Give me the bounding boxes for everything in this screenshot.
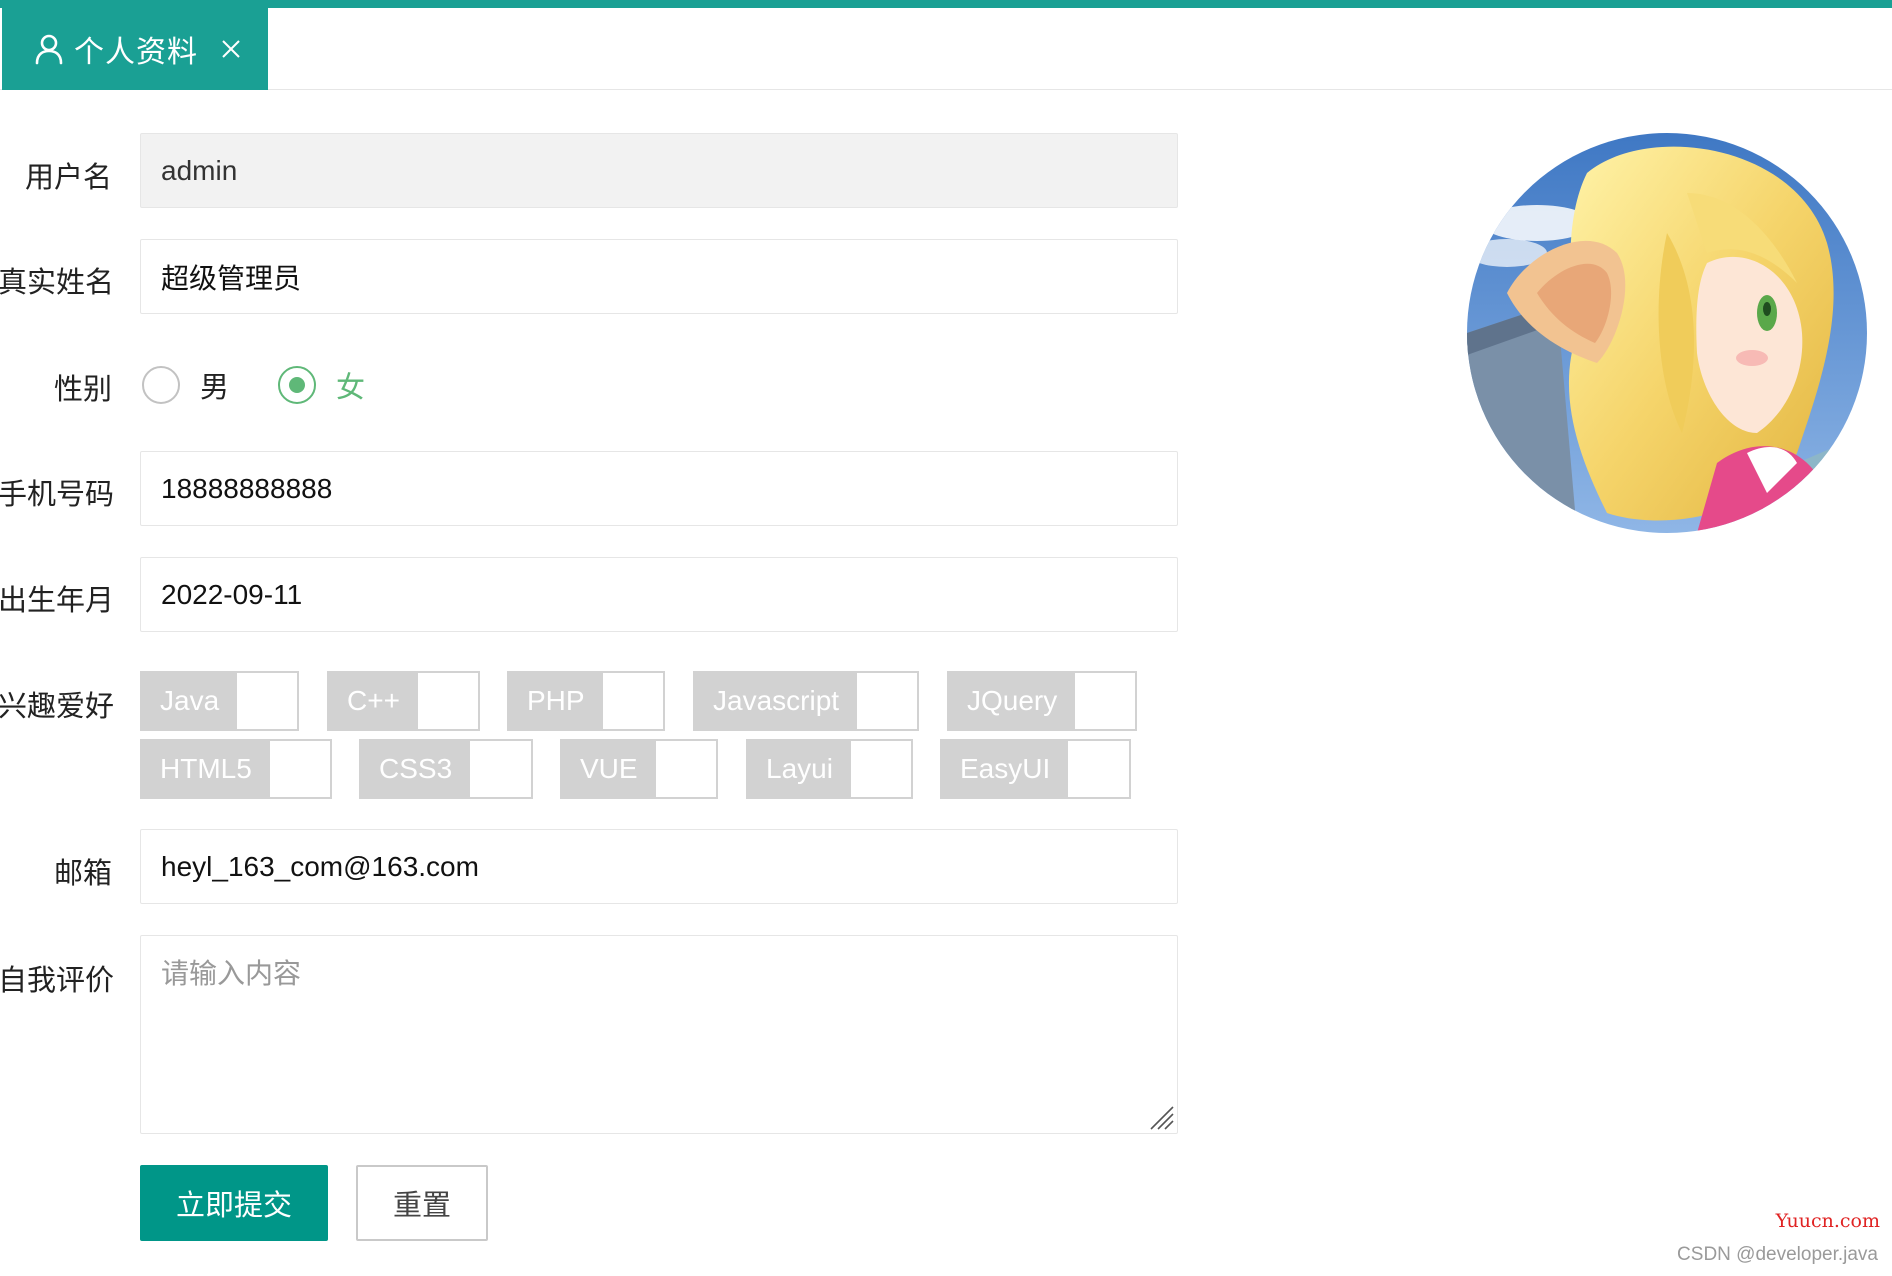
watermark-site: Yuucn.com [1775,1210,1880,1232]
resize-handle-icon[interactable] [1145,1101,1175,1131]
hobby-checkbox-cpp[interactable]: C++ [327,671,480,731]
hobby-checkbox-easyui[interactable]: EasyUI [940,739,1131,799]
checkbox-label: PHP [509,673,603,729]
checkbox-label: CSS3 [361,741,471,797]
checkbox-box[interactable] [237,673,297,729]
checkbox-box[interactable] [417,673,478,729]
phone-label: 手机号码 [0,479,115,511]
hobby-checkbox-vue[interactable]: VUE [560,739,718,799]
phone-input[interactable]: 18888888888 [140,451,1178,526]
checkbox-label: HTML5 [142,741,270,797]
textarea-placeholder: 请输入内容 [161,958,302,989]
email-label: 邮箱 [53,858,112,890]
reset-button[interactable]: 重置 [356,1165,488,1241]
submit-button[interactable]: 立即提交 [140,1165,328,1241]
checkbox-label: Java [142,673,238,729]
hobbies-label: 兴趣爱好 [0,691,115,723]
self-eval-label: 自我评价 [0,965,115,997]
username-input[interactable]: admin [140,133,1178,208]
hobby-checkbox-html5[interactable]: HTML5 [140,739,332,799]
checkbox-box[interactable] [470,741,531,797]
anime-avatar-image [1467,133,1867,533]
hobby-checkbox-java[interactable]: Java [140,671,299,731]
hobby-checkbox-javascript[interactable]: Javascript [693,671,919,731]
username-label: 用户名 [24,162,112,194]
realname-input[interactable]: 超级管理员 [140,239,1178,314]
checkbox-box[interactable] [269,741,330,797]
radio-label: 男 [200,372,230,404]
radio-circle[interactable] [142,366,180,404]
radio-circle[interactable] [278,366,316,404]
radio-label: 女 [336,372,366,404]
checkbox-box[interactable] [1075,673,1135,729]
watermark-author: CSDN @developer.java [1677,1244,1878,1265]
checkbox-box[interactable] [602,673,663,729]
checkbox-box[interactable] [1068,741,1129,797]
self-eval-textarea[interactable]: 请输入内容 [140,935,1178,1134]
gender-radio-male[interactable]: 男 [142,364,229,406]
checkbox-box[interactable] [850,741,911,797]
close-icon[interactable] [220,38,242,60]
checkbox-box[interactable] [857,673,917,729]
checkbox-label: Layui [748,741,851,797]
checkbox-label: VUE [562,741,656,797]
tab-profile[interactable]: 个人资料 [2,8,268,90]
tab-label: 个人资料 [74,36,198,69]
hobby-checkbox-css3[interactable]: CSS3 [359,739,533,799]
gender-label: 性别 [53,374,112,406]
hobby-checkbox-jquery[interactable]: JQuery [947,671,1137,731]
checkbox-box[interactable] [655,741,716,797]
email-input[interactable]: heyl_163_com@163.com [140,829,1178,904]
birth-label: 出生年月 [0,585,115,617]
gender-radio-female[interactable]: 女 [278,364,365,406]
checkbox-label: EasyUI [942,741,1069,797]
top-accent-bar [0,0,1892,8]
user-icon [34,33,64,65]
checkbox-label: C++ [329,673,418,729]
realname-label: 真实姓名 [0,267,115,299]
checkbox-label: Javascript [695,673,858,729]
checkbox-label: JQuery [949,673,1076,729]
hobby-checkbox-layui[interactable]: Layui [746,739,913,799]
tab-strip: 个人资料 [0,8,1892,90]
hobby-checkbox-php[interactable]: PHP [507,671,665,731]
birth-input[interactable]: 2022-09-11 [140,557,1178,632]
